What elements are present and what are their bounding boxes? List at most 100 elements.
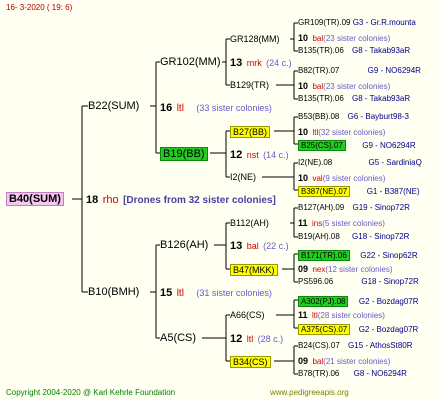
right-name: B171(TR).06 bbox=[298, 250, 350, 261]
right-info: G2 - Bozdag07R bbox=[358, 297, 419, 306]
right-num: 09 bbox=[298, 264, 309, 274]
right-name: B25(CS).07 bbox=[298, 140, 346, 151]
right-row: B82(TR).07 G9 - NO6294R bbox=[298, 64, 421, 78]
b19-sis: (14 c.) bbox=[263, 150, 289, 160]
right-num: 11 bbox=[298, 218, 308, 228]
gr102-info: 13 mrk (24 c.) bbox=[230, 55, 292, 70]
right-info: G15 - AthosSt80R bbox=[348, 341, 413, 350]
right-sis: (5 sister colonies) bbox=[322, 219, 385, 228]
b126-type: bal bbox=[246, 241, 259, 251]
right-info: G6 - Bayburt98-3 bbox=[347, 112, 409, 121]
right-name: B135(TR).06 bbox=[298, 94, 344, 103]
node-b34: B34(CS) bbox=[230, 354, 271, 369]
node-b112: B112(AH) bbox=[230, 218, 269, 228]
right-num: 10 bbox=[298, 81, 309, 91]
right-name: I2(NE).08 bbox=[298, 158, 333, 167]
right-info: G3 - Gr.R.mounta bbox=[352, 18, 416, 27]
right-name: B135(TR).06 bbox=[298, 46, 344, 55]
b34-name: B34(CS) bbox=[230, 356, 271, 368]
right-info: G18 - Sinop72R bbox=[352, 232, 410, 241]
right-row: I2(NE).08 G5 - SardiniaQ bbox=[298, 156, 422, 170]
right-row: B24(CS).07 G15 - AthosSt80R bbox=[298, 339, 413, 353]
b126-num: 13 bbox=[230, 240, 243, 252]
b10-info: 15 ltl (31 sister colonies) bbox=[160, 285, 272, 301]
right-info: G18 - Sinop72R bbox=[361, 277, 419, 286]
right-name: PS596.06 bbox=[298, 277, 334, 286]
b19-info: 12 nst (14 c.) bbox=[230, 147, 289, 162]
right-sis: (21 sister colonies) bbox=[323, 357, 391, 366]
node-gr102: GR102(MM) bbox=[160, 56, 221, 68]
right-name: GR109(TR).09 bbox=[298, 18, 351, 27]
a5-num: 12 bbox=[230, 333, 243, 345]
right-info: G8 - NO6294R bbox=[353, 369, 407, 378]
root-drones: [Drones from 32 sister colonies] bbox=[123, 195, 276, 206]
right-info: G8 - Takab93aR bbox=[352, 46, 411, 55]
b22-type: ltl bbox=[176, 103, 184, 114]
b19-type: nst bbox=[246, 150, 259, 160]
node-a5: A5(CS) bbox=[160, 332, 197, 344]
right-name: A302(PJ).08 bbox=[298, 296, 349, 307]
right-row: B127(AH).09 G19 - Sinop72R bbox=[298, 201, 410, 215]
b126-info: 13 bal (22 c.) bbox=[230, 238, 289, 253]
right-info: G5 - SardiniaQ bbox=[368, 158, 422, 167]
right-type: bal bbox=[312, 357, 324, 366]
node-b47: B47(MKK) bbox=[230, 262, 278, 277]
right-name: B127(AH).09 bbox=[298, 203, 345, 212]
right-info: G2 - Bozdag07R bbox=[358, 325, 419, 334]
date-stamp: 16- 3-2020 ( 19: 6) bbox=[6, 3, 73, 12]
gr102-num: 13 bbox=[230, 57, 243, 69]
b22-info: 16 ltl (33 sister colonies) bbox=[160, 100, 272, 116]
right-num: 09 bbox=[298, 356, 309, 366]
right-info: G19 - Sinop72R bbox=[352, 203, 410, 212]
right-row: B135(TR).06 G8 - Takab93aR bbox=[298, 44, 410, 58]
right-type: val bbox=[312, 174, 323, 183]
b27-name: B27(BB) bbox=[230, 126, 271, 138]
right-name: B82(TR).07 bbox=[298, 66, 340, 75]
right-info: G8 - Takab93aR bbox=[352, 94, 411, 103]
right-num: 10 bbox=[298, 33, 309, 43]
b10-type: ltl bbox=[176, 288, 184, 299]
right-sis: (23 sister colonies) bbox=[323, 82, 391, 91]
b19-name: B19(BB) bbox=[160, 147, 208, 161]
right-info: G1 - B387(NE) bbox=[366, 187, 420, 196]
right-type: bal bbox=[312, 34, 324, 43]
right-sis: (32 sister colonies) bbox=[318, 128, 386, 137]
footer-website[interactable]: www.pedigreeapis.org bbox=[270, 386, 349, 400]
b10-num: 15 bbox=[160, 287, 173, 299]
b19-num: 12 bbox=[230, 149, 243, 161]
node-b10: B10(BMH) bbox=[88, 286, 140, 298]
node-b129: B129(TR) bbox=[230, 80, 270, 90]
root-queen: B40(SUM) bbox=[6, 191, 64, 206]
node-i2: I2(NE) bbox=[230, 172, 257, 182]
node-b19: B19(BB) bbox=[160, 146, 208, 161]
right-name: B24(CS).07 bbox=[298, 341, 340, 350]
right-type: nex bbox=[312, 265, 326, 274]
b22-num: 16 bbox=[160, 102, 173, 114]
a5-info: 12 ltl (28 c.) bbox=[230, 331, 283, 346]
right-num: 10 bbox=[298, 127, 309, 137]
b22-sis: (33 sister colonies) bbox=[196, 103, 272, 113]
gr102-type: mrk bbox=[246, 58, 262, 68]
root-info: 18 rho [Drones from 32 sister colonies] bbox=[86, 192, 276, 208]
right-info: G9 - NO6294R bbox=[367, 66, 421, 75]
right-row: PS596.06 G18 - Sinop72R bbox=[298, 275, 419, 289]
root-num: 18 bbox=[86, 194, 99, 206]
right-row: B19(AH).08 G18 - Sinop72R bbox=[298, 230, 409, 244]
right-row: A375(CS).07 G2 - Bozdag07R bbox=[298, 321, 418, 337]
a5-type: ltl bbox=[246, 334, 254, 344]
right-sis: (23 sister colonies) bbox=[323, 34, 391, 43]
right-row: B135(TR).06 G8 - Takab93aR bbox=[298, 92, 410, 106]
right-type: ins bbox=[311, 219, 323, 228]
right-row: B78(TR).06 G8 - NO6294R bbox=[298, 367, 407, 381]
footer-copyright: Copyright 2004-2020 @ Karl Kehrle Founda… bbox=[6, 388, 176, 397]
right-row: B25(CS).07 G9 - NO6294R bbox=[298, 137, 416, 153]
right-num: 10 bbox=[298, 173, 309, 183]
gr102-sis: (24 c.) bbox=[266, 58, 292, 68]
node-gr128: GR128(MM) bbox=[230, 34, 280, 44]
right-row: 11 ins(5 sister colonies) bbox=[298, 215, 385, 231]
right-row: GR109(TR).09 G3 - Gr.R.mounta bbox=[298, 16, 416, 30]
right-row: B53(BB).08 G6 - Bayburt98-3 bbox=[298, 110, 409, 124]
root-type: rho bbox=[102, 194, 119, 206]
b47-name: B47(MKK) bbox=[230, 264, 278, 276]
pedigree-chart: 16- 3-2020 ( 19: 6) B40(SUM) 18 rho [Dro… bbox=[0, 0, 440, 400]
